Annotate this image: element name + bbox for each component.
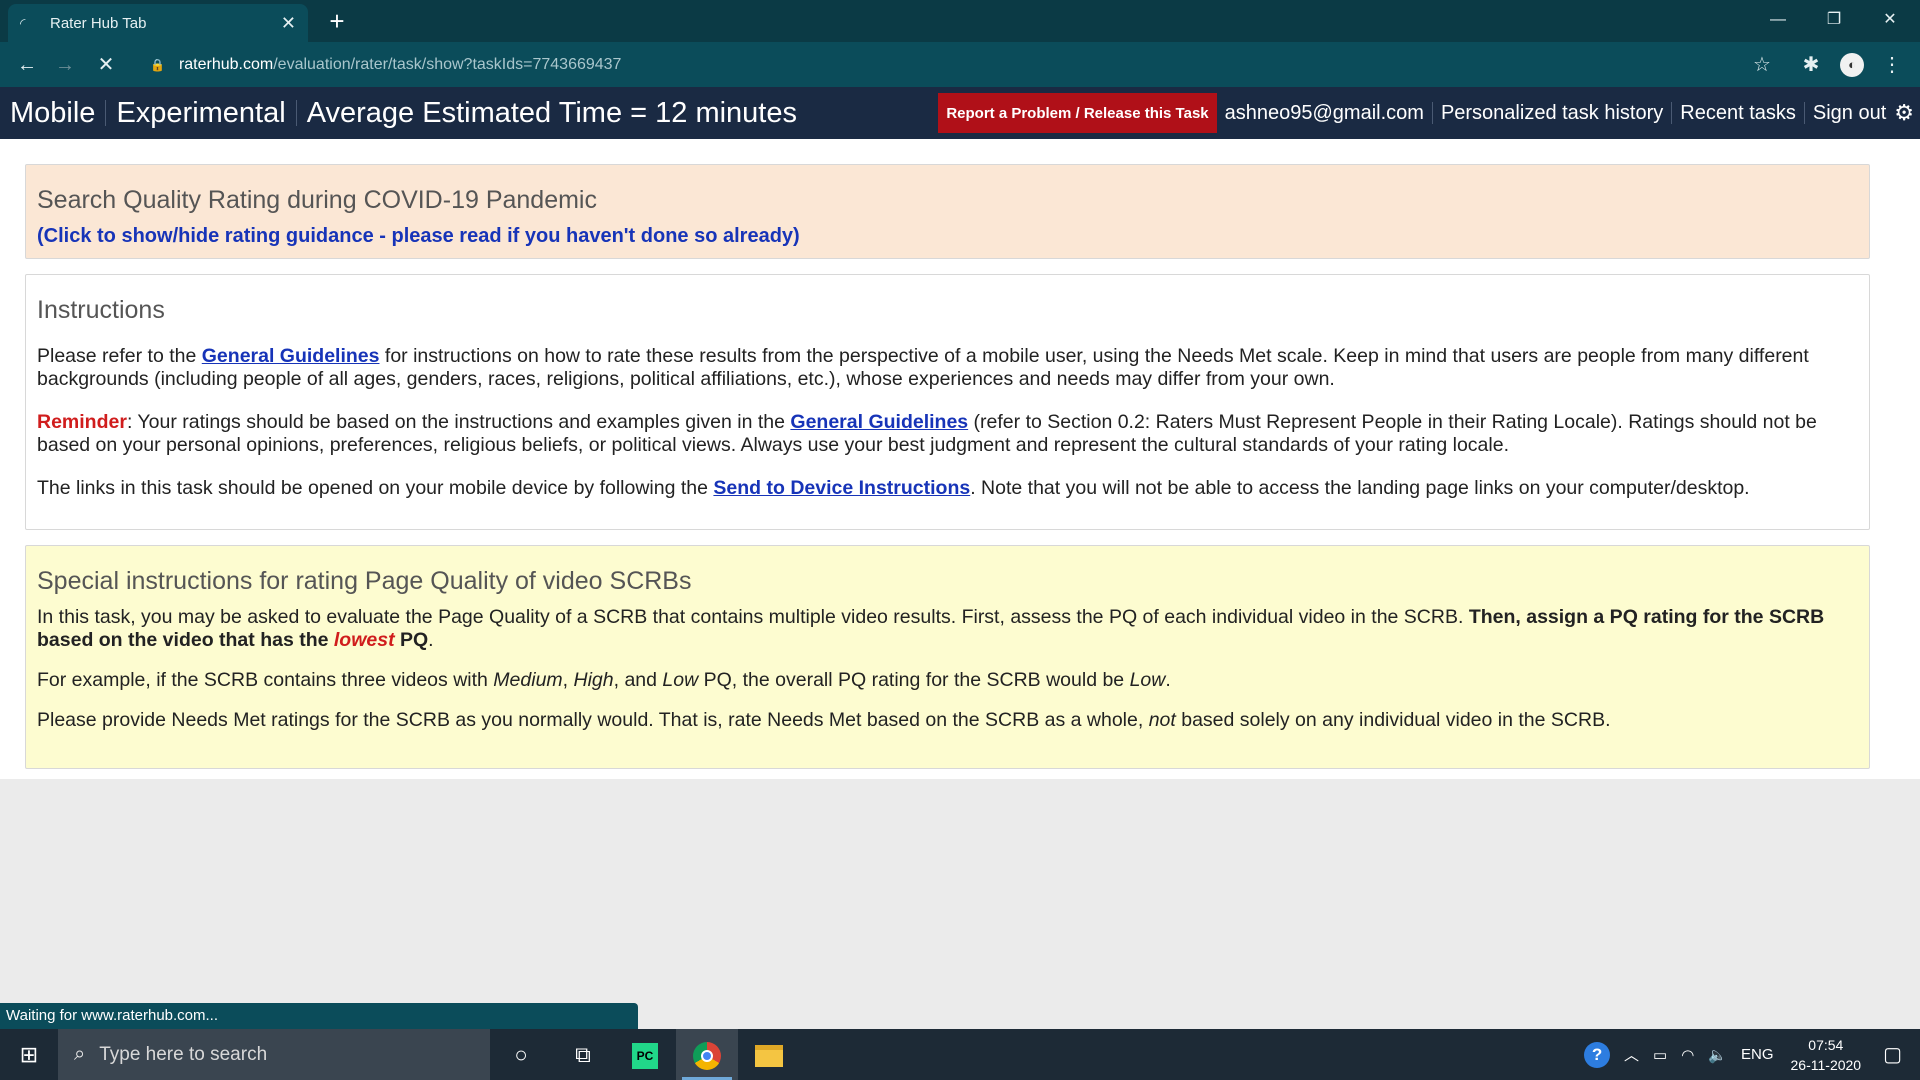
file-explorer-app[interactable] xyxy=(738,1029,800,1080)
close-tab-icon[interactable]: ✕ xyxy=(281,13,296,34)
lock-icon: 🔒 xyxy=(150,57,165,72)
header-divider xyxy=(295,100,297,126)
bookmark-star-icon[interactable]: ☆ xyxy=(1747,50,1777,80)
browser-toolbar: ← → ✕ 🔒 raterhub.com/evaluation/rater/ta… xyxy=(0,42,1920,87)
loading-favicon-icon: ◜ xyxy=(20,15,26,31)
wifi-icon[interactable]: ◠ xyxy=(1674,1046,1701,1064)
close-window-icon[interactable]: ✕ xyxy=(1862,0,1918,42)
windows-start-icon[interactable]: ⊞ xyxy=(0,1029,58,1080)
settings-gear-icon[interactable]: ⚙ xyxy=(1894,100,1914,126)
browser-menu-icon[interactable]: ⋮ xyxy=(1877,50,1907,80)
browser-tab-strip: ◜ Rater Hub Tab ✕ + — ❐ ✕ xyxy=(0,0,1920,42)
tab-title: Rater Hub Tab xyxy=(50,14,147,32)
special-title: Special instructions for rating Page Qua… xyxy=(37,567,692,595)
user-email[interactable]: ashneo95@gmail.com xyxy=(1225,102,1424,125)
general-guidelines-link[interactable]: General Guidelines xyxy=(790,411,968,433)
stop-loading-icon[interactable]: ✕ xyxy=(91,50,121,80)
header-actions: Report a Problem / Release this Task ash… xyxy=(938,87,1920,139)
search-icon: ⌕ xyxy=(74,1043,86,1065)
folder-icon xyxy=(755,1045,783,1068)
search-placeholder: Type here to search xyxy=(99,1043,268,1065)
new-tab-button[interactable]: + xyxy=(322,6,352,36)
estimated-time: Average Estimated Time = 12 minutes xyxy=(306,96,797,129)
pycharm-icon: PC xyxy=(632,1043,658,1070)
report-problem-button[interactable]: Report a Problem / Release this Task xyxy=(938,93,1217,133)
header-divider xyxy=(1431,102,1433,124)
guidance-toggle-link[interactable]: (Click to show/hide rating guidance - pl… xyxy=(37,225,1858,248)
windows-taskbar: ⊞ ⌕ Type here to search ○ ⧉ PC ? ︿ ▭ ◠ 🔈… xyxy=(0,1029,1920,1080)
clock-time: 07:54 xyxy=(1808,1036,1844,1053)
sign-out-link[interactable]: Sign out xyxy=(1813,102,1886,125)
recent-tasks-link[interactable]: Recent tasks xyxy=(1680,102,1796,125)
raterhub-header: Mobile Experimental Average Estimated Ti… xyxy=(0,87,1920,139)
guidance-panel: Search Quality Rating during COVID-19 Pa… xyxy=(25,164,1870,259)
clock[interactable]: 07:54 26-11-2020 xyxy=(1781,1035,1872,1075)
guidance-title: Search Quality Rating during COVID-19 Pa… xyxy=(37,186,597,214)
show-hidden-icons-chevron-icon[interactable]: ︿ xyxy=(1617,1044,1646,1065)
header-divider xyxy=(1671,102,1673,124)
volume-icon[interactable]: 🔈 xyxy=(1701,1046,1734,1064)
url-host: raterhub.com xyxy=(178,55,274,73)
send-to-device-link[interactable]: Send to Device Instructions xyxy=(713,477,970,499)
restore-icon[interactable]: ❐ xyxy=(1806,0,1862,42)
special-paragraph-3: Please provide Needs Met ratings for the… xyxy=(37,709,1611,731)
clock-date: 26-11-2020 xyxy=(1790,1056,1862,1073)
reminder-paragraph: Reminder: Your ratings should be based o… xyxy=(37,411,1817,456)
special-paragraph-1: In this task, you may be asked to evalua… xyxy=(37,606,1825,651)
general-guidelines-link[interactable]: General Guidelines xyxy=(202,345,380,367)
help-app-icon[interactable]: ? xyxy=(1577,1041,1617,1068)
task-type: Experimental xyxy=(116,96,286,129)
taskbar-search-input[interactable]: ⌕ Type here to search xyxy=(58,1029,490,1080)
forward-arrow-icon[interactable]: → xyxy=(50,50,80,80)
device-paragraph: The links in this task should be opened … xyxy=(37,477,1750,499)
chrome-app[interactable] xyxy=(676,1029,738,1080)
language-indicator[interactable]: ENG xyxy=(1734,1046,1781,1063)
notification-center-icon[interactable]: ▢ xyxy=(1871,1042,1920,1067)
task-view-icon[interactable]: ⧉ xyxy=(552,1029,614,1080)
special-paragraph-2: For example, if the SCRB contains three … xyxy=(37,669,1171,691)
task-history-link[interactable]: Personalized task history xyxy=(1441,102,1663,125)
instructions-paragraph: Please refer to the General Guidelines f… xyxy=(37,345,1809,390)
back-arrow-icon[interactable]: ← xyxy=(12,50,42,80)
profile-avatar[interactable]: ◐ xyxy=(1840,53,1864,77)
loading-status: Waiting for www.raterhub.com... xyxy=(0,1003,638,1029)
instructions-panel: Instructions Please refer to the General… xyxy=(25,274,1870,530)
battery-icon[interactable]: ▭ xyxy=(1646,1046,1674,1064)
task-info: Mobile Experimental Average Estimated Ti… xyxy=(0,97,797,130)
task-content: Search Quality Rating during COVID-19 Pa… xyxy=(0,139,1920,779)
instructions-title: Instructions xyxy=(37,296,165,324)
reminder-label: Reminder xyxy=(37,411,127,433)
minimize-icon[interactable]: — xyxy=(1750,0,1806,42)
special-instructions-panel: Special instructions for rating Page Qua… xyxy=(25,545,1870,769)
header-divider xyxy=(105,100,107,126)
extensions-puzzle-icon[interactable]: ✱ xyxy=(1796,50,1826,80)
header-divider xyxy=(1803,102,1805,124)
address-bar[interactable]: 🔒 raterhub.com/evaluation/rater/task/sho… xyxy=(138,48,1768,81)
pycharm-app[interactable]: PC xyxy=(614,1029,676,1080)
system-tray: ? ︿ ▭ ◠ 🔈 ENG 07:54 26-11-2020 ▢ xyxy=(1577,1029,1920,1080)
url-path: /evaluation/rater/task/show?taskIds=7743… xyxy=(273,55,622,73)
browser-tab[interactable]: ◜ Rater Hub Tab ✕ xyxy=(8,4,308,42)
chrome-icon xyxy=(693,1042,721,1071)
cortana-icon[interactable]: ○ xyxy=(490,1029,552,1080)
task-mode: Mobile xyxy=(10,96,96,129)
